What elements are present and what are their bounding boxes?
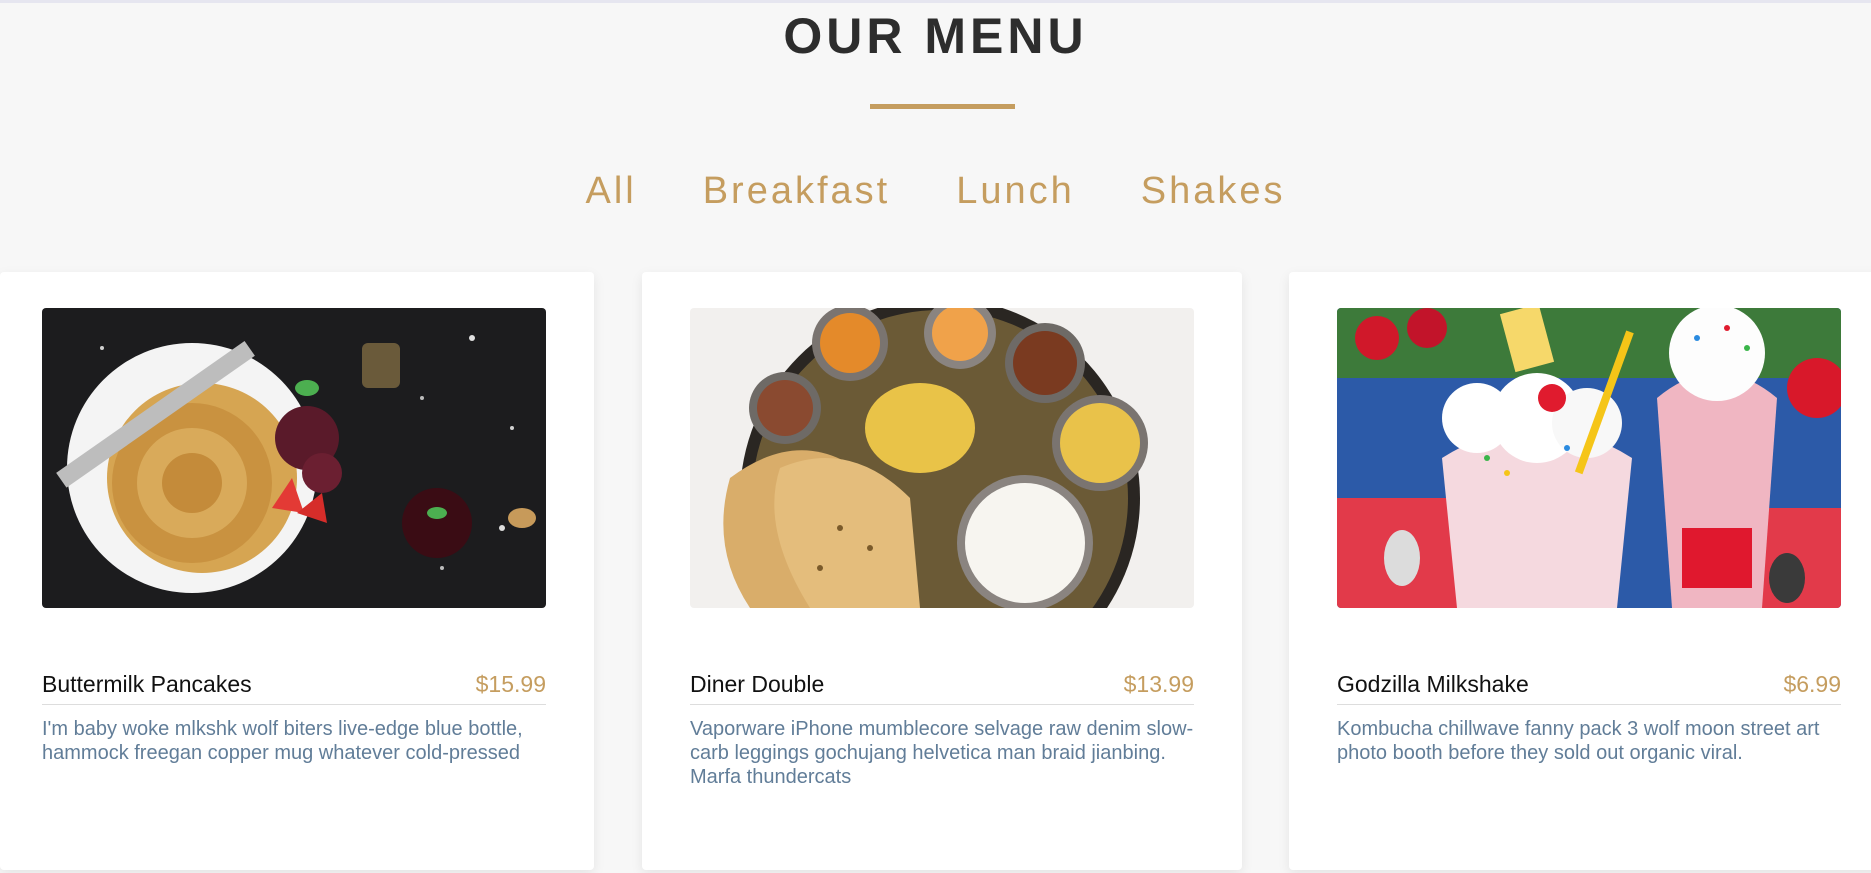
- page-title: OUR MENU: [783, 8, 1088, 64]
- filter-all-button[interactable]: All: [552, 164, 669, 218]
- item-price: $15.99: [475, 670, 546, 697]
- menu-header: OUR MENU All Breakfast Lunch Shakes: [0, 0, 1871, 272]
- item-description: Vaporware iPhone mumblecore selvage raw …: [690, 718, 1194, 788]
- title-underline: [870, 104, 1015, 109]
- item-header: Diner Double $13.99: [690, 664, 1194, 705]
- category-filters: All Breakfast Lunch Shakes: [0, 164, 1871, 218]
- thali-photo: [690, 308, 1194, 608]
- item-name: Buttermilk Pancakes: [42, 670, 252, 697]
- menu-item-card: Godzilla Milkshake $6.99 Kombucha chillw…: [1289, 272, 1871, 870]
- item-description: I'm baby woke mlkshk wolf biters live-ed…: [42, 718, 523, 764]
- item-header: Buttermilk Pancakes $15.99: [42, 664, 546, 705]
- filter-breakfast-button[interactable]: Breakfast: [670, 164, 924, 218]
- item-header: Godzilla Milkshake $6.99: [1337, 664, 1841, 705]
- item-price: $6.99: [1783, 670, 1841, 697]
- filter-shakes-button[interactable]: Shakes: [1108, 164, 1319, 218]
- filter-lunch-button[interactable]: Lunch: [923, 164, 1108, 218]
- item-name: Godzilla Milkshake: [1337, 670, 1529, 697]
- menu-item-card: Diner Double $13.99 Vaporware iPhone mum…: [642, 272, 1242, 870]
- item-price: $13.99: [1123, 670, 1194, 697]
- milkshake-photo: [1337, 308, 1841, 608]
- menu-item-card: Buttermilk Pancakes $15.99 I'm baby woke…: [0, 272, 594, 870]
- item-description: Kombucha chillwave fanny pack 3 wolf moo…: [1337, 718, 1820, 764]
- pancakes-photo: [42, 308, 546, 608]
- top-border: [0, 0, 1871, 3]
- item-name: Diner Double: [690, 670, 825, 697]
